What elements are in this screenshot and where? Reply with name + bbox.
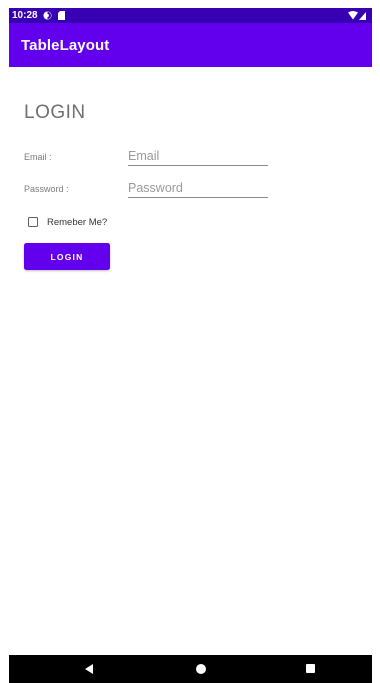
email-field[interactable] — [128, 146, 268, 166]
remember-me-label: Remeber Me? — [47, 216, 108, 228]
remember-me-checkbox[interactable]: Remeber Me? — [28, 215, 107, 229]
home-icon[interactable] — [196, 664, 206, 674]
status-bar: 10:28 — [9, 8, 372, 23]
sd-card-icon — [58, 11, 65, 20]
navigation-bar — [9, 655, 372, 683]
phone-screen: 10:28 TableLayout LOGIN Email : Password… — [9, 8, 372, 683]
password-field[interactable] — [128, 178, 268, 198]
signal-icons — [348, 11, 366, 20]
app-bar: TableLayout — [9, 23, 372, 67]
login-heading: LOGIN — [24, 102, 86, 123]
wifi-icon — [348, 11, 358, 20]
password-label: Password : — [24, 184, 69, 194]
app-notification-icon — [43, 11, 52, 20]
cell-signal-icon — [359, 12, 366, 20]
app-title: TableLayout — [21, 37, 110, 54]
login-button[interactable]: LOGIN — [24, 243, 110, 270]
back-icon[interactable] — [85, 664, 93, 674]
page: 10:28 TableLayout LOGIN Email : Password… — [0, 0, 380, 683]
checkbox-box[interactable] — [28, 217, 38, 227]
status-time: 10:28 — [12, 10, 38, 21]
email-label: Email : — [24, 152, 52, 162]
recents-icon[interactable] — [306, 664, 315, 673]
